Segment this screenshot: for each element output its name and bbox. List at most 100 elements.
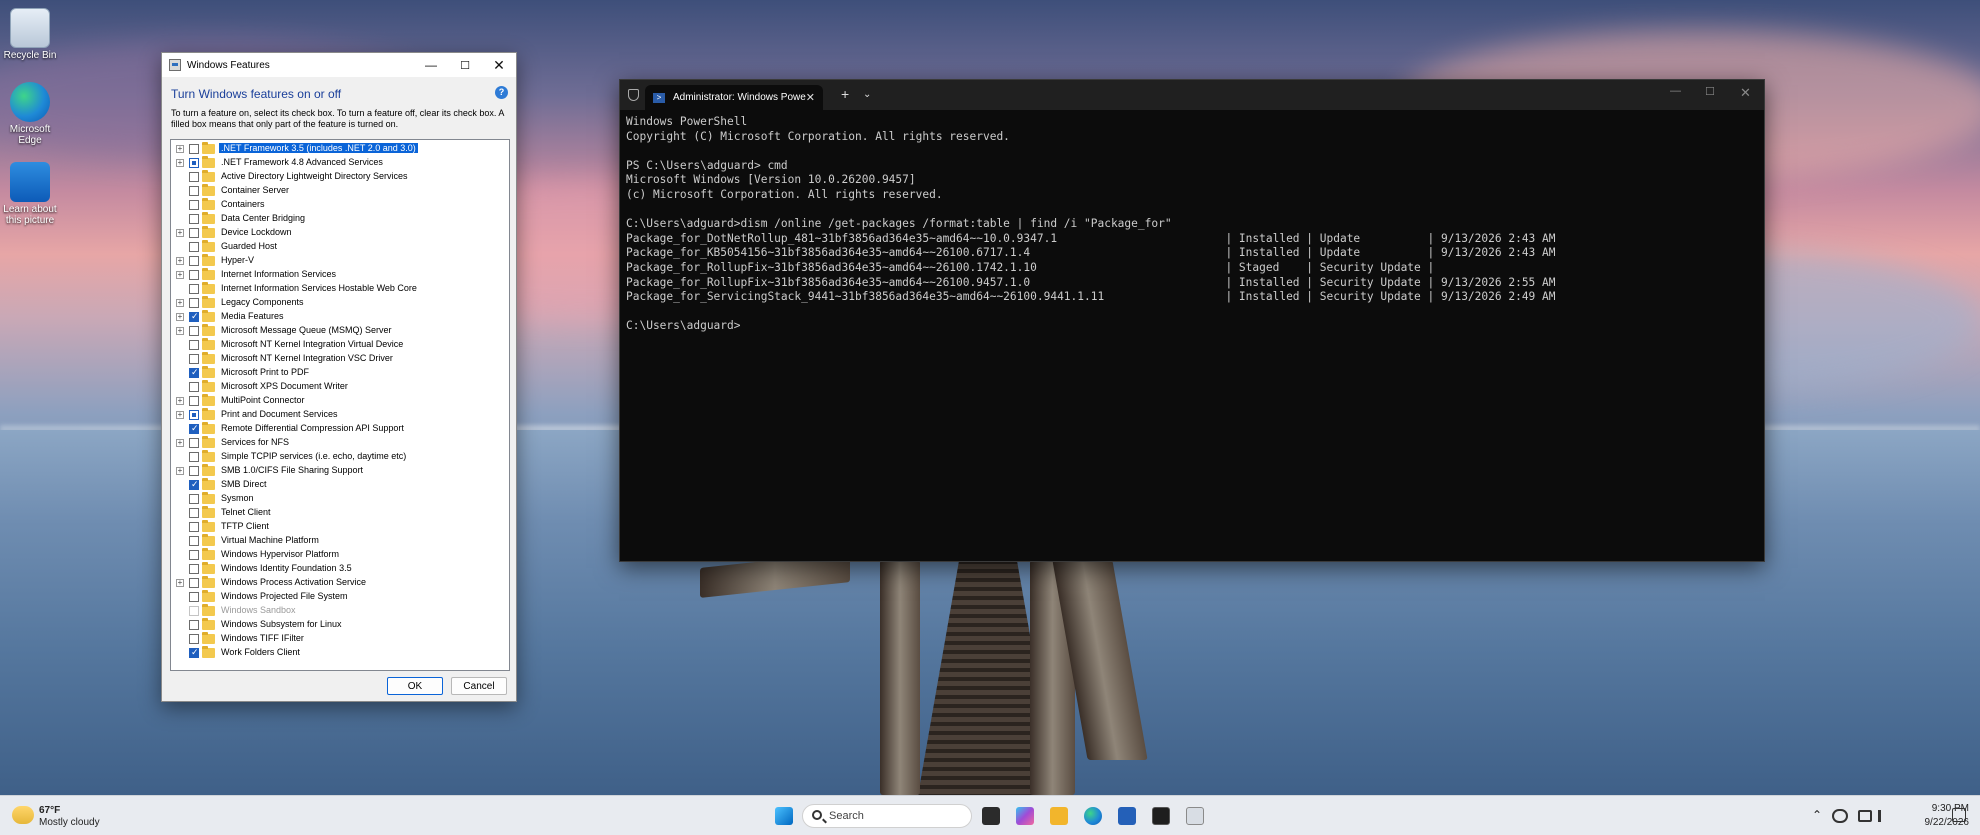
feature-item[interactable]: + .NET Framework 3.5 (includes .NET 2.0 a… [171, 142, 509, 156]
feature-checkbox[interactable] [189, 494, 199, 504]
windows-features-taskbar-icon[interactable] [1186, 807, 1204, 825]
feature-checkbox[interactable] [189, 508, 199, 518]
feature-item[interactable]: Containers [171, 198, 509, 212]
ok-button[interactable]: OK [387, 677, 443, 695]
tab-close-icon[interactable]: ✕ [806, 91, 815, 104]
feature-checkbox[interactable] [189, 256, 199, 266]
expand-icon[interactable]: + [176, 145, 184, 153]
cancel-button[interactable]: Cancel [451, 677, 507, 695]
feature-item[interactable]: Microsoft Print to PDF [171, 366, 509, 380]
feature-checkbox[interactable] [189, 158, 199, 168]
feature-checkbox[interactable] [189, 410, 199, 420]
feature-checkbox[interactable] [189, 186, 199, 196]
feature-item[interactable]: Simple TCPIP services (i.e. echo, daytim… [171, 450, 509, 464]
feature-item[interactable]: Container Server [171, 184, 509, 198]
feature-checkbox[interactable] [189, 536, 199, 546]
feature-checkbox[interactable] [189, 242, 199, 252]
feature-checkbox[interactable] [189, 647, 199, 658]
feature-item[interactable]: Guarded Host [171, 240, 509, 254]
feature-checkbox[interactable] [189, 522, 199, 532]
feature-checkbox[interactable] [189, 298, 199, 308]
feature-item[interactable]: Microsoft XPS Document Writer [171, 380, 509, 394]
feature-item[interactable]: SMB Direct [171, 478, 509, 492]
weather-temp[interactable]: 67°F [39, 805, 60, 816]
feature-checkbox[interactable] [189, 438, 199, 448]
feature-item[interactable]: Work Folders Client [171, 646, 509, 660]
feature-item[interactable]: + Windows Process Activation Service [171, 576, 509, 590]
minimize-button[interactable]: — [1670, 85, 1681, 97]
new-tab-button[interactable]: + [841, 86, 849, 102]
feature-checkbox[interactable] [189, 564, 199, 574]
feature-item[interactable]: Microsoft NT Kernel Integration Virtual … [171, 338, 509, 352]
feature-item[interactable]: TFTP Client [171, 520, 509, 534]
notification-icon[interactable] [1952, 808, 1966, 822]
weather-desc[interactable]: Mostly cloudy [39, 817, 100, 828]
feature-checkbox[interactable] [189, 326, 199, 336]
expand-icon[interactable]: + [176, 327, 184, 335]
feature-checkbox[interactable] [189, 270, 199, 280]
task-view-icon[interactable] [982, 807, 1000, 825]
feature-item[interactable]: Active Directory Lightweight Directory S… [171, 170, 509, 184]
feature-checkbox[interactable] [189, 634, 199, 644]
feature-item[interactable]: Remote Differential Compression API Supp… [171, 422, 509, 436]
feature-item[interactable]: Windows Sandbox [171, 604, 509, 618]
feature-item[interactable]: Internet Information Services Hostable W… [171, 282, 509, 296]
feature-item[interactable]: Virtual Machine Platform [171, 534, 509, 548]
feature-item[interactable]: Windows Hypervisor Platform [171, 548, 509, 562]
feature-checkbox[interactable] [189, 396, 199, 406]
feature-item[interactable]: + SMB 1.0/CIFS File Sharing Support [171, 464, 509, 478]
feature-checkbox[interactable] [189, 550, 199, 560]
feature-checkbox[interactable] [189, 311, 199, 322]
expand-icon[interactable]: + [176, 313, 184, 321]
desktop-icon-edge[interactable]: Microsoft Edge [0, 82, 60, 146]
store-icon[interactable] [1118, 807, 1136, 825]
cloud-sync-icon[interactable] [1832, 809, 1848, 823]
expand-icon[interactable]: + [176, 397, 184, 405]
chevron-up-icon[interactable]: ⌃ [1812, 808, 1822, 822]
terminal-tabbar[interactable]: > Administrator: Windows Powe ✕ + ⌄ — ☐ … [620, 80, 1764, 110]
desktop-icon-recycle-bin[interactable]: Recycle Bin [0, 8, 60, 61]
start-icon[interactable] [775, 807, 793, 825]
maximize-button[interactable]: ☐ [1705, 85, 1715, 98]
chevron-down-icon[interactable]: ⌄ [863, 89, 871, 100]
copilot-icon[interactable] [1016, 807, 1034, 825]
feature-item[interactable]: Telnet Client [171, 506, 509, 520]
feature-checkbox[interactable] [189, 228, 199, 238]
feature-checkbox[interactable] [189, 466, 199, 476]
feature-tree[interactable]: + .NET Framework 3.5 (includes .NET 2.0 a… [170, 139, 510, 671]
feature-checkbox[interactable] [189, 620, 199, 630]
feature-checkbox[interactable] [189, 592, 199, 602]
feature-checkbox[interactable] [189, 340, 199, 350]
terminal-output[interactable]: Windows PowerShell Copyright (C) Microso… [626, 115, 1556, 334]
feature-item[interactable]: + MultiPoint Connector [171, 394, 509, 408]
feature-item[interactable]: Windows Projected File System [171, 590, 509, 604]
feature-item[interactable]: Sysmon [171, 492, 509, 506]
feature-checkbox[interactable] [189, 200, 199, 210]
feature-checkbox[interactable] [189, 382, 199, 392]
expand-icon[interactable]: + [176, 411, 184, 419]
feature-checkbox[interactable] [189, 214, 199, 224]
volume-icon[interactable] [1878, 810, 1892, 822]
dialog-titlebar[interactable]: Windows Features — ☐ ✕ [162, 53, 516, 77]
feature-checkbox[interactable] [189, 354, 199, 364]
close-button[interactable]: ✕ [482, 53, 516, 77]
close-button[interactable]: ✕ [1740, 85, 1751, 101]
feature-item[interactable]: Windows Identity Foundation 3.5 [171, 562, 509, 576]
expand-icon[interactable]: + [176, 439, 184, 447]
expand-icon[interactable]: + [176, 257, 184, 265]
expand-icon[interactable]: + [176, 229, 184, 237]
feature-item[interactable]: + Print and Document Services [171, 408, 509, 422]
feature-item[interactable]: + .NET Framework 4.8 Advanced Services [171, 156, 509, 170]
terminal-tab[interactable]: > Administrator: Windows Powe ✕ [645, 85, 823, 110]
feature-checkbox[interactable] [189, 367, 199, 378]
network-icon[interactable] [1858, 810, 1872, 822]
feature-item[interactable]: + Internet Information Services [171, 268, 509, 282]
expand-icon[interactable]: + [176, 579, 184, 587]
feature-item[interactable]: + Services for NFS [171, 436, 509, 450]
edge-icon[interactable] [1084, 807, 1102, 825]
feature-checkbox[interactable] [189, 578, 199, 588]
feature-item[interactable]: + Legacy Components [171, 296, 509, 310]
feature-item[interactable]: Windows Subsystem for Linux [171, 618, 509, 632]
feature-item[interactable]: + Hyper-V [171, 254, 509, 268]
feature-item[interactable]: + Media Features [171, 310, 509, 324]
